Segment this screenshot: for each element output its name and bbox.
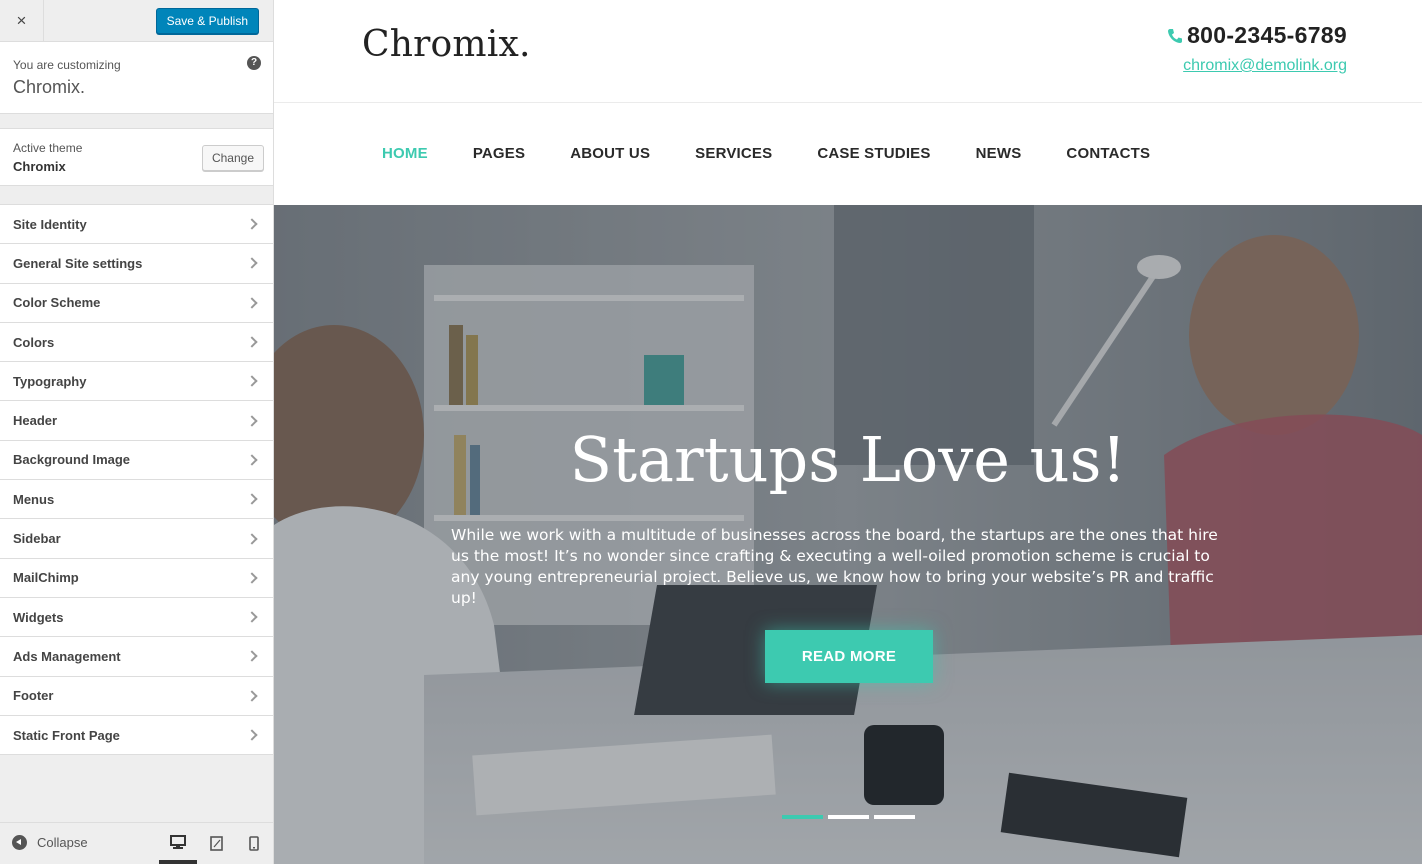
close-customizer-button[interactable]: × [0,0,44,42]
nav-item[interactable]: CONTACTS [1066,145,1150,162]
panel-item[interactable]: Typography [0,362,273,402]
main-navigation: HOME PAGES ABOUT US SERVICES CASE STUDIES NEW… [274,103,1422,204]
panel-label: Static Front Page [13,727,120,743]
panel-item[interactable]: Colors [0,323,273,363]
panel-item[interactable]: Background Image [0,441,273,481]
slider-dot[interactable] [782,815,823,819]
chevron-right-icon [246,218,258,230]
customizer-info: You are customizing Chromix. ? [0,42,273,114]
panel-label: Site Identity [13,216,87,232]
desktop-icon [170,834,186,849]
site-header: Chromix. 800-2345-6789 chromix@demolink.… [274,0,1422,103]
chevron-right-icon [246,454,258,466]
chevron-right-icon [246,650,258,663]
panel-item[interactable]: Static Front Page [0,716,273,756]
panel-label: Background Image [13,452,131,468]
hero-slider: Startups Love us! While we work with a m… [274,205,1422,864]
chevron-right-icon [246,297,258,309]
nav-item[interactable]: SERVICES [695,145,772,162]
chevron-right-icon [246,690,258,702]
customizer-sidebar: × Save & Publish You are customizing Chr… [0,0,274,864]
header-phone[interactable]: 800-2345-6789 [1187,22,1347,49]
customizer-footer: Collapse [0,822,273,864]
panel-label: Widgets [13,609,64,625]
panel-item[interactable]: Site Identity [0,205,273,245]
nav-item[interactable]: HOME [382,145,428,162]
site-preview: Chromix. 800-2345-6789 chromix@demolink.… [274,0,1422,864]
read-more-button[interactable]: READ MORE [765,630,933,683]
hero-title: Startups Love us! [569,423,1127,496]
panel-item[interactable]: Header [0,401,273,441]
preview-mobile-button[interactable] [235,823,273,864]
chevron-right-icon [246,375,258,387]
panel-label: Ads Management [13,648,121,664]
nav-item[interactable]: PAGES [473,145,525,162]
help-icon[interactable]: ? [247,56,261,70]
site-logo[interactable]: Chromix. [362,24,531,65]
customizer-panel-list: Site Identity General Site settings Color … [0,204,273,756]
panel-item[interactable]: Menus [0,480,273,520]
panel-item[interactable]: General Site settings [0,244,273,284]
hero-description: While we work with a multitude of busine… [451,526,1218,607]
chevron-right-icon [246,414,258,427]
preview-desktop-button[interactable] [159,823,197,864]
chevron-right-icon [246,572,258,584]
chevron-right-icon [246,257,258,270]
nav-item[interactable]: NEWS [976,145,1022,162]
panel-label: Color Scheme [13,295,101,311]
panel-label: Menus [13,491,55,507]
slider-dot[interactable] [828,815,869,819]
phone-icon [1168,28,1183,43]
panel-label: MailChimp [13,570,79,586]
panel-item[interactable]: Ads Management [0,637,273,677]
panel-item[interactable]: MailChimp [0,559,273,598]
mobile-icon [249,836,259,851]
panel-label: General Site settings [13,255,143,271]
chevron-right-icon [246,336,258,348]
collapse-button[interactable]: Collapse [12,835,88,850]
chevron-right-icon [246,729,258,741]
chevron-right-icon [246,611,258,623]
panel-item[interactable]: Sidebar [0,519,273,559]
panel-label: Sidebar [13,531,61,547]
save-publish-button[interactable]: Save & Publish [155,8,259,34]
chevron-right-icon [246,493,258,505]
active-theme-section: Active theme Chromix Change [0,128,273,186]
collapse-label: Collapse [37,835,88,850]
chevron-right-icon [246,532,258,545]
header-contacts: 800-2345-6789 chromix@demolink.org [1166,22,1347,75]
slider-dot[interactable] [874,815,915,819]
customizer-header: × Save & Publish [0,0,273,42]
customizing-label: You are customizing [13,58,121,72]
slider-pagination [782,815,920,819]
panel-item[interactable]: Footer [0,677,273,716]
panel-label: Colors [13,334,55,350]
panel-item[interactable]: Widgets [0,598,273,638]
panel-label: Header [13,413,58,429]
panel-label: Typography [13,373,87,389]
nav-item[interactable]: ABOUT US [570,145,650,162]
nav-item[interactable]: CASE STUDIES [817,145,930,162]
header-email-link[interactable]: chromix@demolink.org [1166,57,1347,75]
preview-tablet-button[interactable] [197,823,235,864]
tablet-icon [209,836,223,851]
panel-item[interactable]: Color Scheme [0,284,273,323]
panel-label: Footer [13,688,54,704]
change-theme-button[interactable]: Change [201,145,264,171]
phone-row: 800-2345-6789 [1166,22,1347,49]
customizing-site-name: Chromix. [13,77,86,97]
collapse-arrow-icon [12,835,27,850]
